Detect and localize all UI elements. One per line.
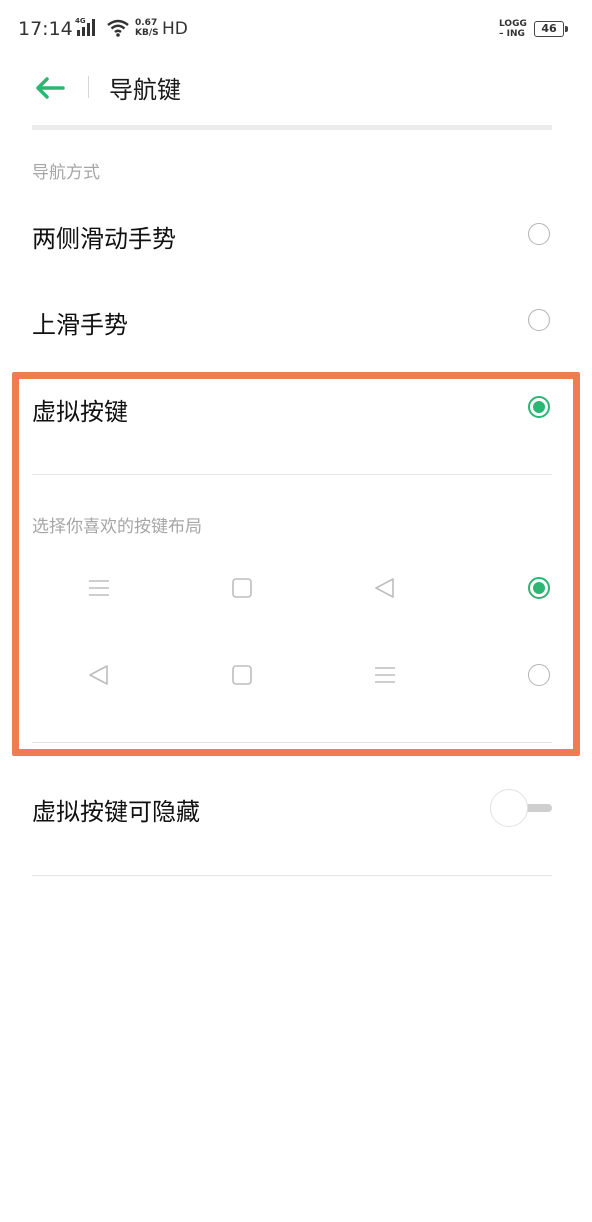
- radio-unselected[interactable]: [528, 664, 550, 686]
- signal-icon: 4G: [75, 16, 101, 42]
- layout-option-1[interactable]: [32, 566, 552, 610]
- hide-virtual-keys-row: 虚拟按键可隐藏: [32, 784, 552, 834]
- speed-unit: KB/S: [135, 28, 159, 38]
- menu-icon: [373, 664, 397, 686]
- header: 导航键: [0, 62, 592, 112]
- option-virtual-keys[interactable]: 虚拟按键: [32, 384, 552, 434]
- back-triangle-icon: [373, 577, 397, 599]
- home-square-icon: [230, 577, 254, 599]
- radio-selected[interactable]: [528, 396, 550, 418]
- divider: [32, 474, 552, 475]
- wifi-icon: [106, 18, 130, 42]
- hide-virtual-keys-label: 虚拟按键可隐藏: [32, 798, 200, 826]
- hide-virtual-keys-toggle[interactable]: [490, 788, 552, 828]
- home-square-icon: [230, 664, 254, 686]
- radio-selected[interactable]: [528, 577, 550, 599]
- network-type-label: 4G: [75, 17, 86, 25]
- hd-indicator: HD: [162, 19, 188, 39]
- option-label: 两侧滑动手势: [32, 225, 176, 253]
- logging-indicator: LOGG – ING: [499, 19, 527, 39]
- arrow-left-icon: [36, 77, 65, 99]
- section-label-key-layout: 选择你喜欢的按键布局: [32, 517, 202, 537]
- option-swipe-up[interactable]: 上滑手势: [32, 297, 552, 347]
- layout-option-2[interactable]: [32, 653, 552, 697]
- speed-value: 0.67: [135, 18, 158, 28]
- header-divider: [88, 76, 89, 98]
- back-triangle-icon: [87, 664, 111, 686]
- logging-line-2: – ING: [499, 29, 525, 39]
- section-label-nav-mode: 导航方式: [32, 163, 100, 183]
- network-speed: 0.67 KB/S: [135, 18, 159, 38]
- menu-icon: [87, 577, 111, 599]
- status-bar: 17:14 4G 0.67 KB/S HD LOGG – ING 46: [0, 0, 592, 62]
- toggle-knob: [490, 789, 528, 827]
- divider: [32, 742, 552, 743]
- option-two-side-swipe[interactable]: 两侧滑动手势: [32, 211, 552, 261]
- radio-unselected[interactable]: [528, 223, 550, 245]
- option-label: 虚拟按键: [32, 398, 128, 426]
- logging-line-1: LOGG: [499, 19, 527, 29]
- radio-unselected[interactable]: [528, 309, 550, 331]
- divider: [32, 875, 552, 876]
- page-title: 导航键: [109, 76, 181, 104]
- option-label: 上滑手势: [32, 311, 128, 339]
- back-button[interactable]: [33, 74, 67, 102]
- battery-icon: 46: [534, 21, 568, 37]
- status-time: 17:14: [18, 18, 73, 40]
- header-separator: [32, 125, 552, 130]
